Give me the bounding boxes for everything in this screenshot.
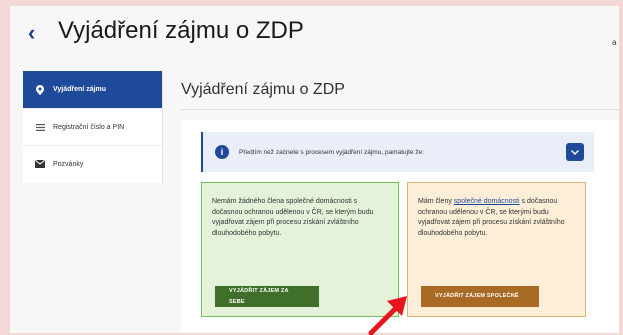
option-together-text-before: Mám členy — [418, 198, 454, 205]
express-interest-alone-button[interactable]: VYJÁDŘIT ZÁJEM ZA SEBE — [215, 286, 319, 307]
page-header: ‹ Vyjádření zájmu o ZDP — [10, 6, 619, 58]
sidebar-item-label: Vyjádření zájmu — [53, 86, 107, 93]
info-icon: i — [215, 145, 229, 159]
chevron-down-icon[interactable] — [566, 143, 584, 161]
chevron-left-icon[interactable]: ‹ — [28, 18, 35, 48]
annotation-arrow-icon — [368, 296, 407, 335]
express-interest-together-button[interactable]: VYJÁDŘIT ZÁJEM SPOLEČNĚ — [421, 286, 539, 307]
page-title: Vyjádření zájmu o ZDP — [58, 17, 304, 44]
option-together-text: Mám členy společné domácnosti s dočasnou… — [418, 197, 575, 239]
map-pin-icon — [33, 84, 47, 95]
corner-letter: a — [612, 38, 617, 47]
divider — [181, 109, 619, 110]
sidebar-item-registracni-cislo[interactable]: Registrační číslo a PIN — [23, 108, 162, 145]
household-link[interactable]: společné domácnosti — [454, 198, 520, 205]
info-text: Předtím než začnete s procesem vyjádření… — [239, 148, 424, 156]
section-title: Vyjádření zájmu o ZDP — [181, 81, 345, 98]
app-window: ‹ Vyjádření zájmu o ZDP Vyjádření zájmu … — [10, 6, 619, 333]
option-together-card: Mám členy společné domácnosti s dočasnou… — [407, 182, 586, 317]
envelope-icon — [33, 160, 47, 168]
list-icon — [33, 123, 47, 131]
info-banner: i Předtím než začnete s procesem vyjádře… — [201, 132, 594, 172]
sidebar-item-vyjadreni-zajmu[interactable]: Vyjádření zájmu — [23, 71, 162, 108]
sidebar-item-label: Pozvánky — [53, 160, 84, 168]
sidebar-item-label: Registrační číslo a PIN — [53, 123, 125, 131]
option-alone-text: Nemám žádného člena společné domácnosti … — [212, 198, 374, 237]
sidebar-item-pozvanky[interactable]: Pozvánky — [23, 145, 162, 182]
sidebar: Vyjádření zájmu Registrační číslo a PIN … — [23, 71, 163, 183]
